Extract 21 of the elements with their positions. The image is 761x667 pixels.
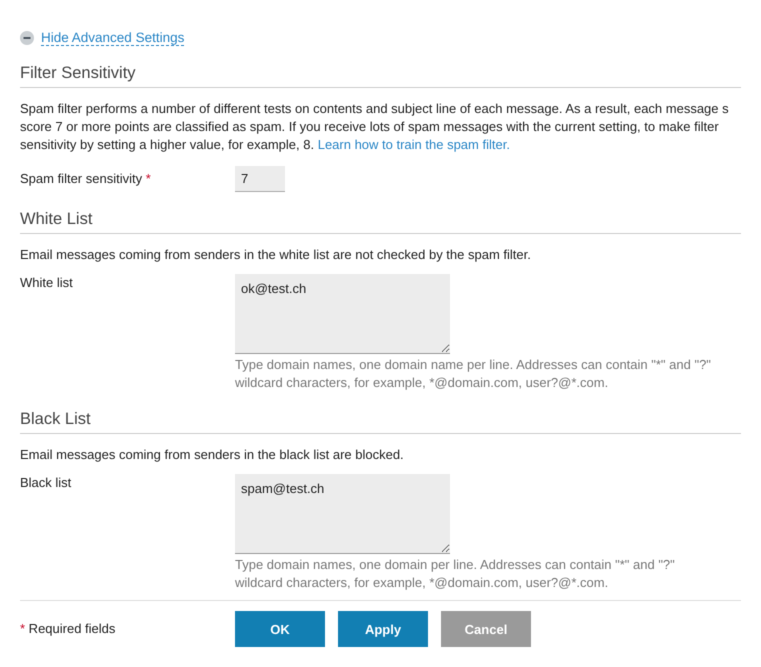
hide-advanced-settings-link[interactable]: Hide Advanced Settings <box>41 30 184 46</box>
description-text: Email messages coming from senders in the black list are blocked. <box>20 446 405 464</box>
required-fields-note: * Required fields <box>20 620 116 638</box>
section-heading: Black List <box>20 410 741 434</box>
hint-text: Type domain names, one domain name per line. Addresses can contain "*" and "?" wildcard characters, for example, *@domain.com, user?@*.com. <box>235 356 712 392</box>
primary-button[interactable]: Apply <box>338 611 428 647</box>
section-heading: White List <box>20 210 741 234</box>
field-label: White list <box>20 274 74 292</box>
primary-button[interactable]: OK <box>235 611 325 647</box>
section-heading: Filter Sensitivity <box>20 64 741 88</box>
description-text: Email messages coming from senders in the white list are not checked by the spam filter. <box>20 246 532 264</box>
list-textarea[interactable]: spam@test.ch <box>235 474 450 554</box>
field-label: Spam filter sensitivity * <box>20 170 152 188</box>
train-spam-filter-link[interactable]: Learn how to train the spam filter. <box>318 137 510 152</box>
list-textarea[interactable]: ok@test.ch <box>235 274 450 354</box>
hint-text: Type domain names, one domain per line. Addresses can contain "*" and "?" wildcard characters, for example, *@domain.com, user?@*.com. <box>235 556 676 592</box>
description-text: Spam filter performs a number of different tests on contents and subject line of each message. As a result, each message s score 7 or more points are classified as spam. If you receive lots of spam messages with the current setting, to make filter sensitivity by setting a higher value, for example, 8. Learn how to train the spam filter. <box>20 100 730 154</box>
field-label: Black list <box>20 474 72 492</box>
cancel-button[interactable]: Cancel <box>441 611 531 647</box>
sensitivity-input[interactable]: 7 <box>235 166 285 192</box>
collapse-icon[interactable] <box>20 31 34 45</box>
